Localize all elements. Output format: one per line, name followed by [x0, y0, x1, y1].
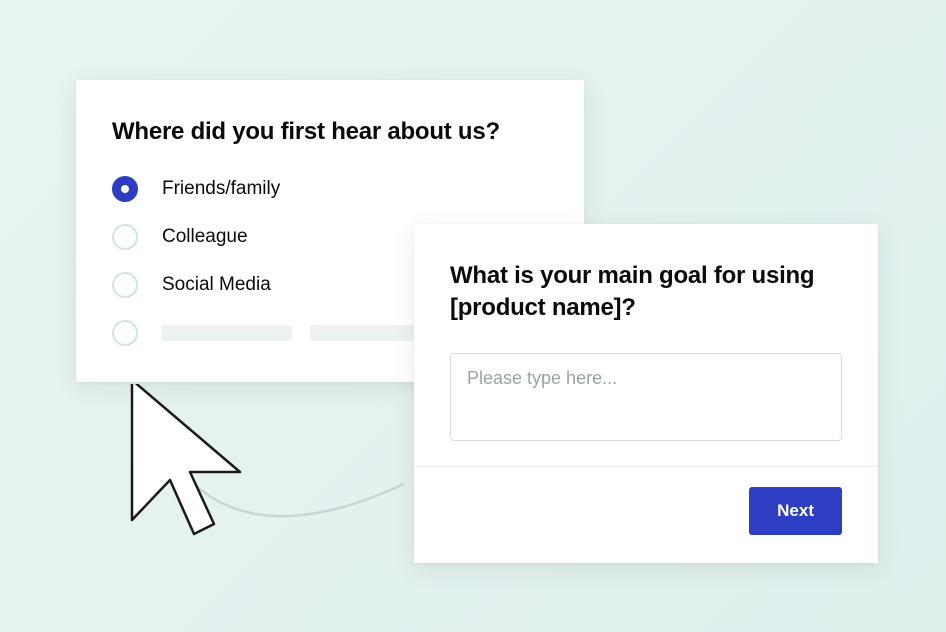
- question-text: What is your main goal for using [produc…: [450, 260, 842, 325]
- survey-card-goal: What is your main goal for using [produc…: [414, 224, 878, 563]
- question-text: Where did you first hear about us?: [112, 116, 544, 148]
- option-friends-family[interactable]: Friends/family: [112, 176, 544, 202]
- radio-selected-icon[interactable]: [112, 176, 138, 202]
- placeholder-skeleton: [162, 325, 450, 341]
- card-footer: Next: [450, 487, 842, 535]
- goal-input[interactable]: [450, 353, 842, 441]
- skeleton-bar: [162, 325, 292, 341]
- divider: [414, 466, 878, 467]
- option-label: Colleague: [162, 226, 248, 248]
- option-label: Social Media: [162, 274, 271, 296]
- cursor-arrow-icon: [102, 384, 432, 574]
- radio-unselected-icon[interactable]: [112, 224, 138, 250]
- option-label: Friends/family: [162, 178, 280, 200]
- radio-unselected-icon[interactable]: [112, 272, 138, 298]
- next-button[interactable]: Next: [749, 487, 842, 535]
- radio-unselected-icon[interactable]: [112, 320, 138, 346]
